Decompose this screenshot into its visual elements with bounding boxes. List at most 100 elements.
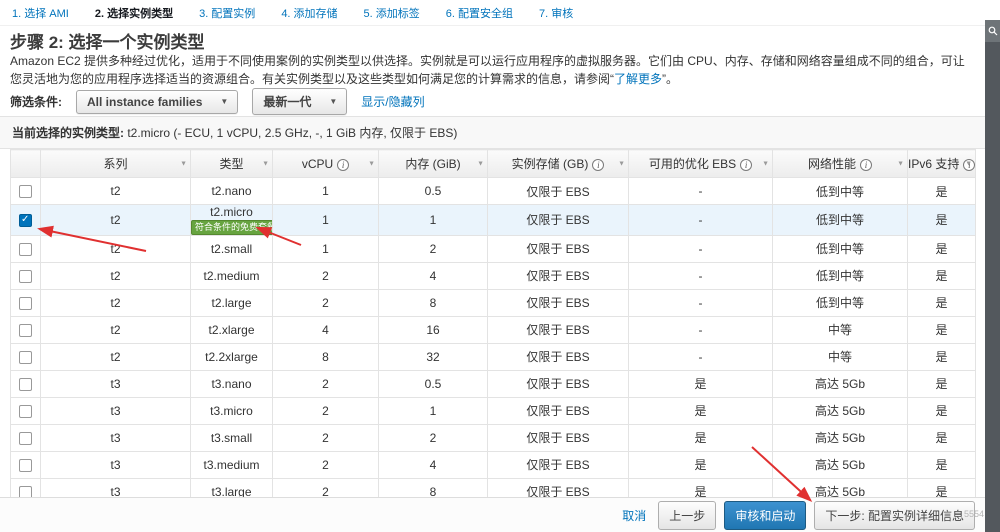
wizard-step-4[interactable]: 4. 添加存储 xyxy=(281,5,337,21)
cell-type: t2.medium xyxy=(190,261,273,290)
instance-row-t2.micro[interactable]: t2t2.micro符合条件的免费套餐11仅限于 EBS-低到中等是 xyxy=(10,204,976,236)
cell-ipv6: 是 xyxy=(907,477,976,497)
instance-family-dropdown[interactable]: All instance families ▼ xyxy=(76,89,239,114)
instance-row-t3.large[interactable]: t3 t3.large 2 8 仅限于 EBS 是高达 5Gb 是 xyxy=(10,477,976,497)
search-icon[interactable] xyxy=(985,20,1000,42)
cell-checkbox xyxy=(10,396,41,425)
cell-family: t2 xyxy=(40,177,191,205)
cancel-link[interactable]: 取消 xyxy=(622,507,646,524)
sort-caret-icon[interactable]: ▼ xyxy=(897,160,904,167)
description-suffix: ”。 xyxy=(662,72,679,86)
instance-row-t2.medium[interactable]: t2 t2.medium 2 4 仅限于 EBS - 低到中等是 xyxy=(10,261,976,290)
sort-caret-icon[interactable]: ▼ xyxy=(477,160,484,167)
cell-family: t3 xyxy=(40,450,191,479)
wizard-step-6[interactable]: 6. 配置安全组 xyxy=(446,5,513,21)
learn-more-link[interactable]: 了解更多 xyxy=(614,72,662,86)
sort-caret-icon[interactable]: ▼ xyxy=(262,160,269,167)
instance-row-t2.large[interactable]: t2 t2.large 2 8 仅限于 EBS - 低到中等是 xyxy=(10,288,976,317)
cell-type: t2.2xlarge xyxy=(190,342,273,371)
cell-checkbox xyxy=(10,369,41,398)
instance-row-t3.micro[interactable]: t3 t3.micro 2 1 仅限于 EBS 是高达 5Gb 是 xyxy=(10,396,976,425)
column-header-3[interactable]: 内存 (GiB) ▼ xyxy=(378,149,488,178)
row-checkbox[interactable] xyxy=(19,350,32,364)
instance-family-value: All instance families xyxy=(87,94,203,109)
next-configure-details-button[interactable]: 下一步: 配置实例详细信息 xyxy=(814,500,975,530)
cell-ipv6: 是 xyxy=(907,204,976,236)
watermark-text: 5554 xyxy=(963,509,984,519)
row-checkbox[interactable] xyxy=(19,242,32,256)
wizard-step-5[interactable]: 5. 添加标签 xyxy=(364,5,420,21)
filter-bar: 筛选条件: All instance families ▼ 最新一代 ▼ 显示/… xyxy=(10,88,425,115)
wizard-footer: 取消 上一步 审核和启动 下一步: 配置实例详细信息 xyxy=(0,497,985,532)
info-icon[interactable]: i xyxy=(860,159,872,171)
generation-dropdown[interactable]: 最新一代 ▼ xyxy=(252,88,348,115)
instance-type-label: t3.large xyxy=(211,484,252,497)
cell-family: t3 xyxy=(40,423,191,452)
row-checkbox[interactable] xyxy=(19,458,32,472)
cell-family: t3 xyxy=(40,369,191,398)
column-header-7[interactable]: IPv6 支持 i ▼ xyxy=(907,149,976,178)
instance-row-t3.nano[interactable]: t3 t3.nano 2 0.5 仅限于 EBS 是高达 5Gb 是 xyxy=(10,369,976,398)
sort-caret-icon[interactable]: ▼ xyxy=(180,160,187,167)
sort-caret-icon[interactable]: ▼ xyxy=(762,160,769,167)
row-checkbox[interactable] xyxy=(19,185,32,199)
cell-network: 低到中等 xyxy=(772,234,908,263)
checkbox-column-header xyxy=(10,149,41,178)
wizard-step-2[interactable]: 2. 选择实例类型 xyxy=(95,5,173,21)
info-icon[interactable]: i xyxy=(592,159,605,171)
info-icon[interactable]: i xyxy=(740,159,753,171)
column-header-4[interactable]: 实例存储 (GB) i ▼ xyxy=(487,149,629,178)
cell-ipv6: 是 xyxy=(907,288,976,317)
sort-caret-icon[interactable]: ▼ xyxy=(965,160,972,167)
cell-network: 高达 5Gb xyxy=(772,396,908,425)
instance-row-t3.small[interactable]: t3 t3.small 2 2 仅限于 EBS 是高达 5Gb 是 xyxy=(10,423,976,452)
previous-button[interactable]: 上一步 xyxy=(658,500,717,530)
cell-checkbox xyxy=(10,450,41,479)
cell-ebs-optimized: - xyxy=(628,177,773,205)
cell-vcpu: 2 xyxy=(272,477,379,497)
row-checkbox[interactable] xyxy=(19,296,32,310)
show-hide-columns-link[interactable]: 显示/隐藏列 xyxy=(361,93,424,110)
row-checkbox[interactable] xyxy=(19,377,32,391)
instance-row-t2.nano[interactable]: t2 t2.nano 1 0.5 仅限于 EBS - 低到中等是 xyxy=(10,177,976,205)
cell-type: t3.small xyxy=(190,423,273,452)
cell-ebs-optimized: 是 xyxy=(628,369,773,398)
sort-caret-icon[interactable]: ▼ xyxy=(368,160,375,167)
row-checkbox[interactable] xyxy=(19,485,32,497)
instance-row-t2.xlarge[interactable]: t2 t2.xlarge 4 16 仅限于 EBS - 中等是 xyxy=(10,315,976,344)
cell-network: 低到中等 xyxy=(772,261,908,290)
sort-caret-icon[interactable]: ▼ xyxy=(618,160,625,167)
instance-row-t3.medium[interactable]: t3 t3.medium 2 4 仅限于 EBS 是高达 5Gb 是 xyxy=(10,450,976,479)
review-launch-button[interactable]: 审核和启动 xyxy=(724,500,807,530)
instance-type-label: t2.xlarge xyxy=(208,322,255,337)
column-header-5[interactable]: 可用的优化 EBS i ▼ xyxy=(628,149,773,178)
cell-ebs-optimized: - xyxy=(628,261,773,290)
cell-checkbox xyxy=(10,315,41,344)
wizard-step-1[interactable]: 1. 选择 AMI xyxy=(12,5,69,21)
cell-storage: 仅限于 EBS xyxy=(487,477,629,497)
cell-ebs-optimized: 是 xyxy=(628,423,773,452)
column-header-6[interactable]: 网络性能 i ▼ xyxy=(772,149,908,178)
instance-row-t2.2xlarge[interactable]: t2 t2.2xlarge 8 32 仅限于 EBS - 中等是 xyxy=(10,342,976,371)
wizard-step-3[interactable]: 3. 配置实例 xyxy=(199,5,255,21)
wizard-step-7[interactable]: 7. 审核 xyxy=(539,5,573,21)
instance-type-label: t2.2xlarge xyxy=(205,349,258,364)
row-checkbox[interactable] xyxy=(19,323,32,337)
column-label: 可用的优化 EBS xyxy=(648,157,737,171)
instance-table-container: 系列 ▼ 类型 ▼ vCPU i ▼ 内存 (GiB) ▼ 实例存储 (GB) i ▼ 可用的优化 EB… xyxy=(10,149,976,497)
row-checkbox[interactable] xyxy=(19,269,32,283)
filter-label: 筛选条件: xyxy=(10,95,62,109)
row-checkbox[interactable] xyxy=(19,214,32,228)
row-checkbox[interactable] xyxy=(19,431,32,445)
row-checkbox[interactable] xyxy=(19,404,32,418)
column-header-1[interactable]: 类型 ▼ xyxy=(190,149,273,178)
cell-network: 高达 5Gb xyxy=(772,450,908,479)
info-icon[interactable]: i xyxy=(337,158,350,171)
column-label: 实例存储 (GB) xyxy=(511,157,589,171)
cell-network: 低到中等 xyxy=(772,204,908,236)
instance-row-t2.small[interactable]: t2 t2.small 1 2 仅限于 EBS - 低到中等是 xyxy=(10,234,976,263)
cell-memory: 1 xyxy=(378,396,488,425)
column-header-0[interactable]: 系列 ▼ xyxy=(40,149,191,178)
column-header-2[interactable]: vCPU i ▼ xyxy=(272,149,379,178)
cell-vcpu: 4 xyxy=(272,315,379,344)
